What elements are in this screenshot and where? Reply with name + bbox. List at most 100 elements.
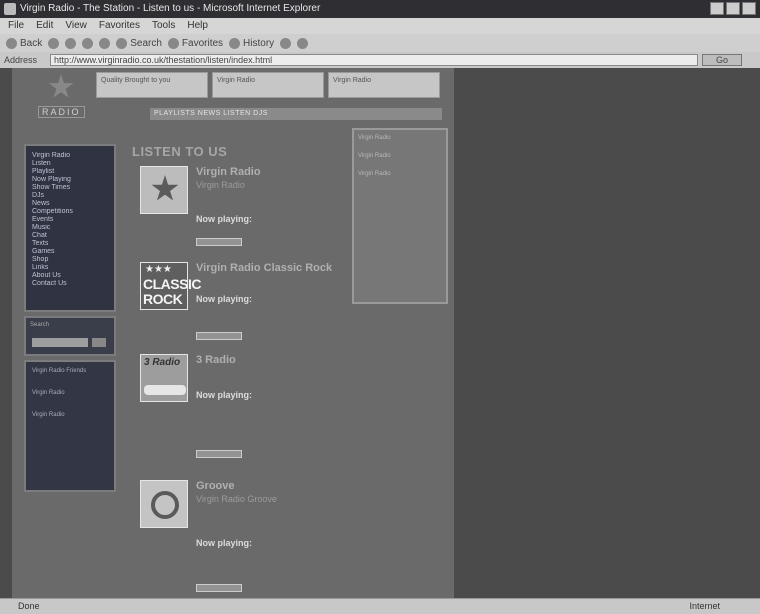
nav-item[interactable]: Now Playing	[32, 176, 108, 184]
print-button[interactable]	[297, 37, 309, 49]
station-title[interactable]: Virgin Radio	[196, 166, 261, 178]
friends-panel: Virgin Radio Friends Virgin Radio Virgin…	[24, 360, 116, 492]
search-submit-button[interactable]	[92, 338, 106, 347]
now-playing-label: Now playing:	[196, 538, 252, 548]
listen-button[interactable]	[196, 238, 242, 246]
friends-heading[interactable]: Virgin Radio Friends	[32, 367, 108, 375]
nav-item[interactable]: Events	[32, 216, 108, 224]
forward-button[interactable]	[48, 37, 60, 49]
mail-button[interactable]	[280, 37, 292, 49]
promo-banners: Quality Brought to you Virgin Radio Virg…	[96, 72, 440, 98]
nav-item[interactable]: Show Times	[32, 184, 108, 192]
nav-item[interactable]: Contact Us	[32, 280, 108, 288]
address-label: Address	[4, 55, 38, 65]
status-bar: Done Internet	[0, 598, 760, 614]
promo-banner[interactable]: Virgin Radio	[328, 72, 440, 98]
3radio-logo-text: 3 Radio	[144, 357, 181, 368]
stars-icon: ★★★	[145, 264, 172, 275]
friends-link[interactable]: Virgin Radio	[32, 411, 108, 419]
refresh-button[interactable]	[82, 37, 94, 49]
maximize-button[interactable]	[726, 2, 740, 15]
station-logo[interactable]	[140, 166, 188, 214]
nav-item[interactable]: Playlist	[32, 168, 108, 176]
listen-button[interactable]	[196, 584, 242, 592]
menu-favorites[interactable]: Favorites	[99, 18, 140, 34]
nav-item[interactable]: DJs	[32, 192, 108, 200]
nav-item[interactable]: Competitions	[32, 208, 108, 216]
nav-item[interactable]: News	[32, 200, 108, 208]
station-title[interactable]: Virgin Radio Classic Rock	[196, 262, 332, 274]
go-button[interactable]: Go	[702, 54, 742, 66]
page-title: LISTEN TO US	[132, 144, 228, 159]
home-button[interactable]	[99, 37, 111, 49]
refresh-icon	[82, 37, 94, 49]
now-playing-label: Now playing:	[196, 214, 252, 224]
nav-item[interactable]: Games	[32, 248, 108, 256]
station-logo[interactable]: 3 Radio	[140, 354, 188, 402]
print-icon	[297, 37, 309, 49]
menu-file[interactable]: File	[8, 18, 24, 34]
minimize-button[interactable]	[710, 2, 724, 15]
nav-item[interactable]: Links	[32, 264, 108, 272]
station-description: Virgin Radio	[196, 180, 245, 190]
station-logo[interactable]: ★★★ CLASSIC ROCK	[140, 262, 201, 310]
browser-icon	[4, 3, 16, 15]
listen-button[interactable]	[196, 332, 242, 340]
star-logo-icon	[48, 74, 74, 98]
station-logo[interactable]	[140, 480, 188, 528]
friends-link[interactable]: Virgin Radio	[32, 389, 108, 397]
page-viewport: RADIO Quality Brought to you Virgin Radi…	[0, 68, 760, 598]
history-icon	[229, 37, 241, 49]
logo-bar	[144, 385, 186, 395]
promo-banner[interactable]: Quality Brought to you	[96, 72, 208, 98]
now-playing-label: Now playing:	[196, 294, 252, 304]
star-icon	[167, 37, 179, 49]
security-zone: Internet	[689, 601, 720, 611]
search-panel: Search	[24, 316, 116, 356]
stop-icon	[65, 37, 77, 49]
listen-button[interactable]	[196, 450, 242, 458]
menu-tools[interactable]: Tools	[152, 18, 175, 34]
search-button[interactable]: Search	[116, 37, 162, 49]
nav-item[interactable]: Shop	[32, 256, 108, 264]
menu-bar: File Edit View Favorites Tools Help	[0, 18, 760, 34]
status-text: Done	[18, 601, 40, 611]
menu-view[interactable]: View	[65, 18, 87, 34]
forward-arrow-icon	[48, 37, 60, 49]
nav-item[interactable]: Virgin Radio	[32, 152, 108, 160]
virgin-radio-logo[interactable]: RADIO	[30, 74, 92, 124]
site-container: RADIO Quality Brought to you Virgin Radi…	[12, 68, 454, 598]
address-bar: Address http://www.virginradio.co.uk/the…	[0, 52, 760, 68]
right-column-text[interactable]: Virgin Radio	[358, 134, 442, 142]
menu-edit[interactable]: Edit	[36, 18, 53, 34]
favorites-button[interactable]: Favorites	[167, 37, 223, 49]
station-description: Virgin Radio Groove	[196, 494, 277, 504]
top-nav-strip[interactable]: PLAYLISTS NEWS LISTEN DJS	[150, 108, 442, 120]
nav-item[interactable]: Listen	[32, 160, 108, 168]
window-title: Virgin Radio - The Station - Listen to u…	[20, 3, 321, 14]
nav-item[interactable]: About Us	[32, 272, 108, 280]
station-title[interactable]: 3 Radio	[196, 354, 236, 366]
left-navigation: Virgin Radio Listen Playlist Now Playing…	[24, 144, 116, 312]
back-button[interactable]: Back	[6, 37, 42, 49]
station-title[interactable]: Groove	[196, 480, 235, 492]
stop-button[interactable]	[65, 37, 77, 49]
nav-item[interactable]: Chat	[32, 232, 108, 240]
promo-banner[interactable]: Virgin Radio	[212, 72, 324, 98]
disc-icon	[151, 491, 179, 519]
address-input[interactable]: http://www.virginradio.co.uk/thestation/…	[50, 54, 698, 66]
window-title-bar: Virgin Radio - The Station - Listen to u…	[0, 0, 760, 18]
right-column-text[interactable]: Virgin Radio	[358, 170, 442, 178]
toolbar: Back Search Favorites History	[0, 34, 760, 52]
mail-icon	[280, 37, 292, 49]
history-button[interactable]: History	[229, 37, 274, 49]
logo-text: RADIO	[38, 106, 85, 118]
search-input[interactable]	[32, 338, 88, 347]
right-column-text[interactable]: Virgin Radio	[358, 152, 442, 160]
nav-item[interactable]: Music	[32, 224, 108, 232]
menu-help[interactable]: Help	[187, 18, 208, 34]
classic-rock-logo-text: CLASSIC ROCK	[143, 276, 201, 307]
nav-item[interactable]: Texts	[32, 240, 108, 248]
home-icon	[99, 37, 111, 49]
close-button[interactable]	[742, 2, 756, 15]
